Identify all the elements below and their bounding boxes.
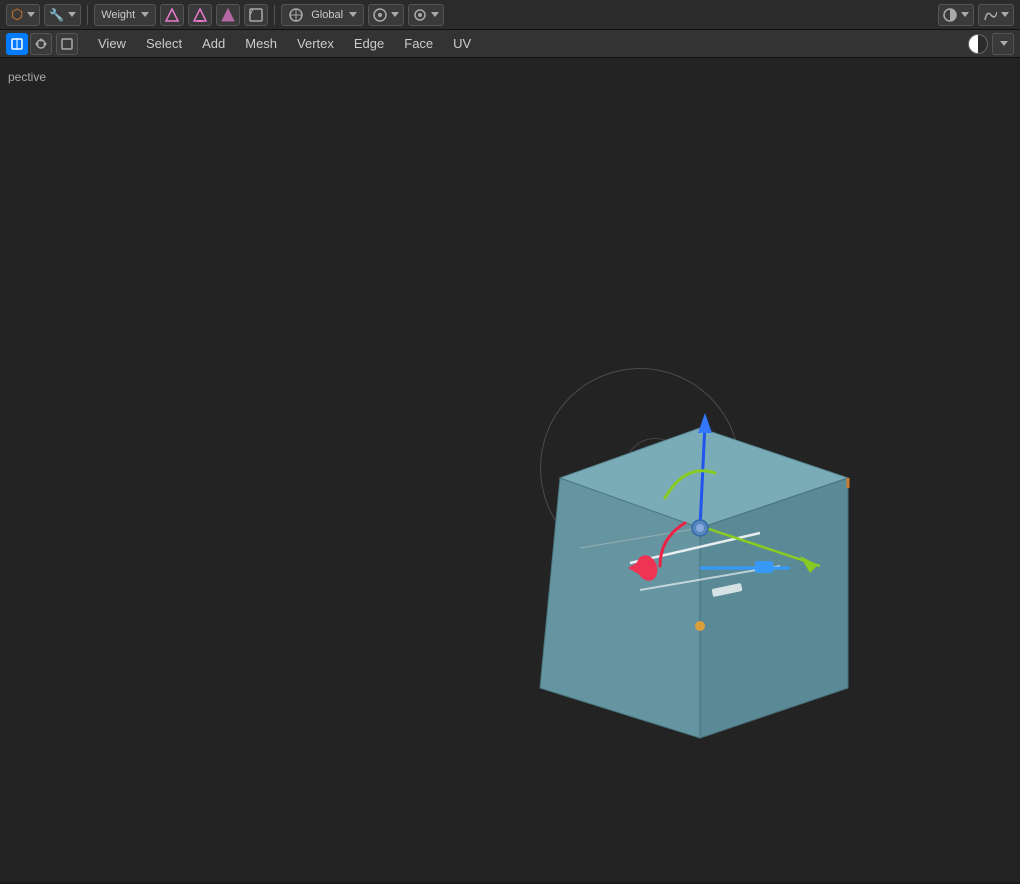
transform-label: Global [311,9,343,21]
chevron-down-icon [1001,12,1009,17]
viewport-shading-button[interactable] [938,4,974,26]
chevron-down-icon [68,12,76,17]
chevron-down-icon [1000,41,1008,46]
menu-vertex[interactable]: Vertex [287,32,344,55]
edit-mode-icon[interactable] [30,33,52,55]
chevron-down-icon [391,12,399,17]
object-icon [10,37,24,51]
menu-uv[interactable]: UV [443,32,481,55]
edge-mode-button[interactable] [188,4,212,26]
transform-icon [288,7,304,23]
separator [274,5,275,25]
ngon-mode-icon [249,8,263,22]
overlay-toggle[interactable] [968,34,988,54]
chevron-down-icon [27,12,35,17]
chevron-down-icon [431,12,439,17]
top-toolbar: ⬡ 🔧 Weight [0,0,1020,30]
object-data-icon[interactable] [6,33,28,55]
shading-icon [943,8,957,22]
menu-mesh[interactable]: Mesh [235,32,287,55]
edge-mode-icon [193,8,207,22]
overlay-icon-svg [61,38,73,50]
curve-icon [983,8,997,22]
curve-button[interactable] [978,4,1014,26]
weight-label: Weight [101,9,135,21]
separator [87,5,88,25]
menu-face[interactable]: Face [394,32,443,55]
face-mode-icon [221,8,235,22]
ngon-mode-button[interactable] [244,4,268,26]
blender-menu-button[interactable]: ⬡ [6,4,40,26]
face-mode-button[interactable] [216,4,240,26]
edit-icon-svg [35,38,47,50]
proportional-button[interactable] [408,4,444,26]
menu-add[interactable]: Add [192,32,235,55]
menu-bar: View Select Add Mesh Vertex Edge Face UV [0,30,1020,58]
proportional-icon [413,8,427,22]
chevron-down-icon [141,12,149,17]
scene-svg [0,58,1020,882]
transform-dropdown[interactable]: Global [281,4,364,26]
snap-button[interactable] [368,4,404,26]
wrench-icon: 🔧 [49,8,64,22]
overlay-controls [968,33,1014,55]
editor-mode-group [6,33,80,55]
vertex-mode-button[interactable] [160,4,184,26]
chevron-down-icon [961,12,969,17]
menu-select[interactable]: Select [136,32,192,55]
menu-edge[interactable]: Edge [344,32,394,55]
weight-mode-dropdown[interactable]: Weight [94,4,156,26]
chevron-down-icon [349,12,357,17]
snap-icon [373,8,387,22]
tool-button[interactable]: 🔧 [44,4,81,26]
vertex-mode-icon [165,8,179,22]
viewport[interactable]: pective [0,58,1020,882]
blender-icon: ⬡ [11,6,23,23]
menu-view[interactable]: View [88,32,136,55]
xray-toggle[interactable] [992,33,1014,55]
view-overlay-icon[interactable] [56,33,78,55]
